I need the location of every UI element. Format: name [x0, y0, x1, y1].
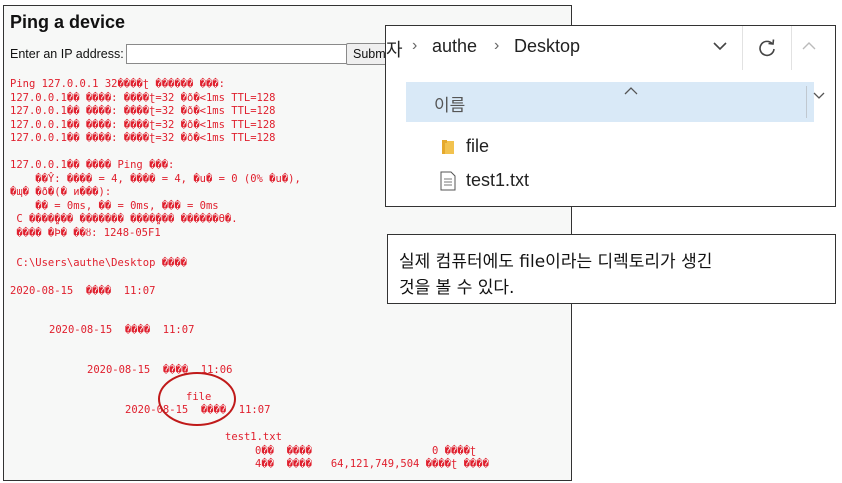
- list-item-label: test1.txt: [466, 170, 529, 191]
- ip-address-label: Enter an IP address:: [10, 47, 124, 61]
- chevron-up-icon[interactable]: [802, 38, 816, 56]
- text-file-icon: [440, 171, 456, 191]
- ping-stats-output: 127.0.0.1�� ���� Ping ���: ��Ŷ: ���� = 4…: [10, 159, 301, 240]
- page-title: Ping a device: [10, 12, 125, 33]
- caption-line-2: 것을 볼 수 있다.: [399, 273, 514, 298]
- sort-ascending-icon: [624, 74, 638, 100]
- txt-file-name-output: test1.txt: [225, 431, 282, 445]
- summary-dirs-output: 4�� ���͸� 64,121,749,504 ����ʈ ����: [255, 458, 489, 472]
- dir-entry-output: 2020-08-15 ���� 11:07: [49, 324, 194, 338]
- caption-line-1: 실제 컴퓨터에도 file이라는 디렉토리가 생긴: [399, 247, 712, 272]
- breadcrumb-item[interactable]: Desktop: [514, 36, 580, 57]
- column-divider[interactable]: [806, 86, 807, 118]
- chevron-right-icon[interactable]: ›: [494, 37, 499, 55]
- directory-path-output: C:\Users\authe\Desktop ���͸�: [10, 257, 187, 271]
- chevron-down-icon[interactable]: [708, 38, 732, 58]
- column-name-label: 이름: [434, 91, 465, 116]
- chevron-down-icon[interactable]: [813, 88, 825, 103]
- column-header-name[interactable]: 이름: [406, 82, 814, 122]
- breadcrumb-fragment[interactable]: 자: [386, 36, 403, 62]
- ip-address-input[interactable]: [126, 44, 348, 64]
- caption-box: 실제 컴퓨터에도 file이라는 디렉토리가 생긴 것을 볼 수 있다.: [387, 234, 836, 304]
- highlight-circle: [158, 372, 236, 426]
- breadcrumb-item[interactable]: authe: [432, 36, 477, 57]
- list-item-label: file: [466, 136, 489, 157]
- ping-reply-output: Ping 127.0.0.1 32����ʈ ������ ���: 127.0…: [10, 78, 276, 146]
- summary-files-output: 0�� ���� 0 ����ʈ: [255, 445, 476, 459]
- chevron-right-icon[interactable]: ›: [412, 37, 417, 55]
- refresh-icon: [757, 38, 777, 58]
- dir-entry-output: 2020-08-15 ���� 11:07: [10, 285, 155, 299]
- folder-icon: [440, 138, 456, 156]
- file-explorer-window: 자 › authe › Desktop 이름 file test1.txt: [385, 25, 836, 207]
- refresh-button[interactable]: [742, 26, 792, 70]
